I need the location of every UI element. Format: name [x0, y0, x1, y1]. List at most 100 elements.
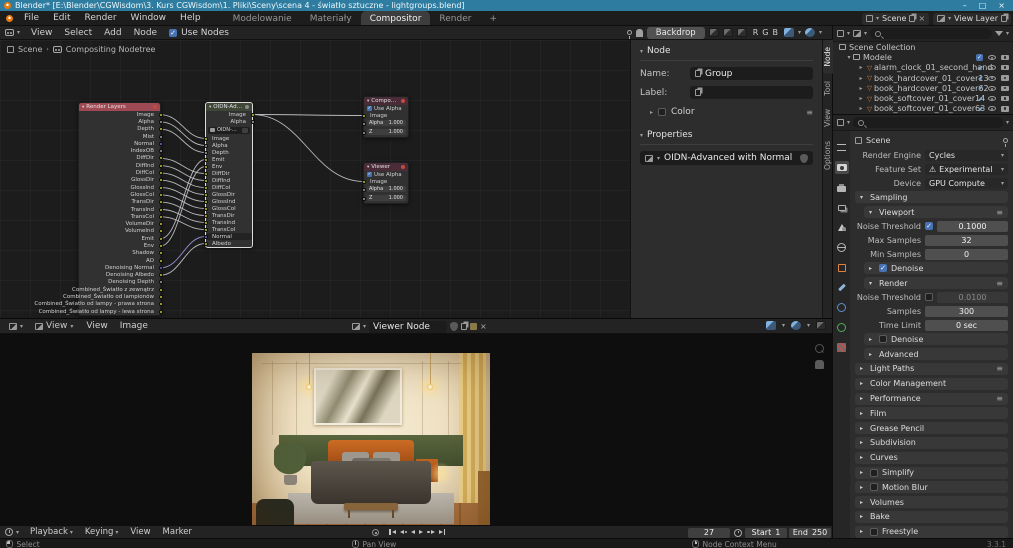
use-nodes-toggle[interactable]: ✓ Use Nodes: [169, 28, 229, 38]
panel-simplify[interactable]: ▸Simplify: [855, 467, 1008, 479]
sidebar-tab-node[interactable]: Node: [823, 40, 833, 74]
menu-help[interactable]: Help: [173, 13, 208, 23]
socket-output-DiffCol[interactable]: [159, 171, 163, 175]
jump-to-start-button[interactable]: [389, 529, 396, 535]
disable-in-render-icon[interactable]: [1001, 55, 1009, 61]
value-noise-threshold[interactable]: 0.1000: [937, 221, 1008, 232]
frame-start-field[interactable]: Start 1: [745, 528, 787, 538]
preset-menu-icon[interactable]: ≡: [996, 279, 1003, 288]
zoom-gizmo-icon[interactable]: [815, 344, 824, 353]
socket-input-TransInd[interactable]: [204, 221, 208, 225]
blender-logo-icon[interactable]: [6, 15, 13, 22]
socket-input-Emit[interactable]: [204, 158, 208, 162]
socket-output-Combined_Światło od lampionów[interactable]: [159, 295, 163, 299]
panel-render[interactable]: ▾Render≡: [864, 277, 1008, 289]
panel-curves[interactable]: ▸Curves: [855, 452, 1008, 464]
sidebar-tab-tool[interactable]: Tool: [823, 74, 833, 103]
node-menu-view[interactable]: View: [25, 28, 58, 38]
socket-output-TransDir[interactable]: [159, 200, 163, 204]
socket-output-IndexOB[interactable]: [159, 149, 163, 153]
mode-selector[interactable]: View ▾: [30, 321, 78, 331]
use-alpha-toggle[interactable]: ✓ Use Alpha: [364, 105, 408, 112]
panel-viewport[interactable]: ▾Viewport≡: [864, 206, 1008, 218]
socket-output-Image[interactable]: [251, 113, 255, 117]
properties-tab-view-layer[interactable]: [835, 201, 849, 214]
socket-output-TransCol[interactable]: [159, 215, 163, 219]
checkbox-noise-threshold[interactable]: [925, 293, 933, 301]
node-panel-header[interactable]: ▾ Node: [640, 43, 813, 61]
backdrop-button[interactable]: Backdrop: [647, 27, 705, 39]
preset-menu-icon[interactable]: ≡: [996, 364, 1003, 373]
socket-output-Normal[interactable]: [159, 142, 163, 146]
alpha-field[interactable]: Alpha 1.000: [367, 186, 406, 192]
outliner-row-object[interactable]: ▸▽book_hardcover_01_cover13: [833, 73, 1013, 83]
collapse-icon[interactable]: ▾: [367, 165, 369, 170]
add-workspace-tab[interactable]: +: [480, 11, 506, 25]
display-mode-icon[interactable]: [853, 30, 861, 37]
panel-subdivision[interactable]: ▸Subdivision: [855, 437, 1008, 449]
fake-user-shield-icon[interactable]: [450, 322, 458, 331]
panel-advanced[interactable]: ▸Advanced: [864, 348, 1008, 360]
socket-output-TransInd[interactable]: [159, 208, 163, 212]
node-viewer[interactable]: ▾ Viewer ✓ Use Alpha Image Alpha 1.000: [363, 162, 409, 204]
disable-in-render-icon[interactable]: [1001, 75, 1009, 81]
image-name-field[interactable]: Viewer Node: [369, 321, 447, 333]
checkbox-freestyle[interactable]: [870, 528, 878, 536]
jump-to-end-button[interactable]: [439, 529, 446, 535]
properties-tab-render[interactable]: [835, 161, 849, 174]
workspace-tab-compositor[interactable]: Compositor: [361, 11, 431, 25]
socket-output-Denoising Normal[interactable]: [159, 266, 163, 270]
menu-edit[interactable]: Edit: [46, 13, 77, 23]
play-reverse-button[interactable]: [411, 530, 415, 534]
panel-light-paths[interactable]: ▸Light Paths≡: [855, 363, 1008, 375]
draw-mode-color-alpha-icon[interactable]: [709, 28, 719, 37]
draw-mode-color-icon[interactable]: [723, 28, 733, 37]
socket-input-TransDir[interactable]: [204, 214, 208, 218]
disable-in-render-icon[interactable]: [1001, 106, 1009, 112]
playback-sync-icon[interactable]: [734, 529, 742, 537]
properties-tab-scene[interactable]: [835, 221, 849, 234]
socket-output-Denoising Albedo[interactable]: [159, 273, 163, 277]
group-node-header[interactable]: ▾ OIDN-Advanced with Normal: [206, 103, 252, 111]
socket-input-Normal[interactable]: [204, 235, 208, 239]
options-icon[interactable]: ▾: [1006, 119, 1009, 126]
alpha-field[interactable]: Alpha 1.000: [367, 120, 406, 126]
draw-mode-alpha-icon[interactable]: [737, 28, 747, 37]
properties-panel-header[interactable]: ▾ Properties: [640, 127, 813, 145]
pin-icon[interactable]: [1003, 138, 1008, 143]
disable-in-render-icon[interactable]: [1001, 65, 1009, 71]
node-group-tree-selector[interactable]: OIDN-Adv...: [208, 127, 250, 134]
close-button[interactable]: ×: [998, 1, 1005, 10]
socket-output-Alpha[interactable]: [159, 120, 163, 124]
socket-input-Alpha[interactable]: [204, 144, 208, 148]
properties-search-input[interactable]: [853, 117, 1003, 128]
properties-tab-texture[interactable]: [835, 341, 849, 354]
socket-input-DiffCol[interactable]: [204, 186, 208, 190]
panel-denoise[interactable]: ▸Denoise: [864, 333, 1008, 345]
hide-in-viewport-icon[interactable]: [988, 86, 996, 91]
filter-icon[interactable]: [995, 31, 1003, 36]
preset-menu-icon[interactable]: ≡: [996, 208, 1003, 217]
current-frame-field[interactable]: 27: [688, 528, 730, 538]
render-icon[interactable]: [153, 105, 157, 109]
z-field[interactable]: Z 1.000: [367, 195, 406, 201]
socket-output-Combined_Światło od lampy - lewa strona[interactable]: [159, 310, 163, 314]
render-layers-header[interactable]: ▾ Render Layers: [79, 103, 160, 111]
workspace-tab-modelowanie[interactable]: Modelowanie: [224, 11, 301, 25]
outliner-row-scene-collection[interactable]: Scene Collection: [833, 42, 1013, 52]
channel-r-button[interactable]: R: [751, 28, 761, 37]
node-group-oidn[interactable]: ▾ OIDN-Advanced with Normal ImageAlpha O…: [205, 102, 253, 248]
outliner-row-object[interactable]: ▸▽book_softcover_01_cover14: [833, 93, 1013, 103]
panel-sampling[interactable]: ▾Sampling: [855, 191, 1008, 203]
socket-input-DiffDir[interactable]: [204, 172, 208, 176]
socket-output-GlossCol[interactable]: [159, 193, 163, 197]
timeline-menu-playback[interactable]: Playback ▾: [24, 527, 79, 537]
folder-icon[interactable]: [470, 323, 477, 330]
node-menu-node[interactable]: Node: [128, 28, 164, 38]
socket-output-Image[interactable]: [159, 113, 163, 117]
checkbox-denoise[interactable]: [879, 335, 887, 343]
properties-tab-output[interactable]: [835, 181, 849, 194]
browse-icon[interactable]: [242, 128, 248, 133]
properties-tab-object-data[interactable]: [835, 321, 849, 334]
pan-hand-gizmo-icon[interactable]: [815, 360, 824, 369]
